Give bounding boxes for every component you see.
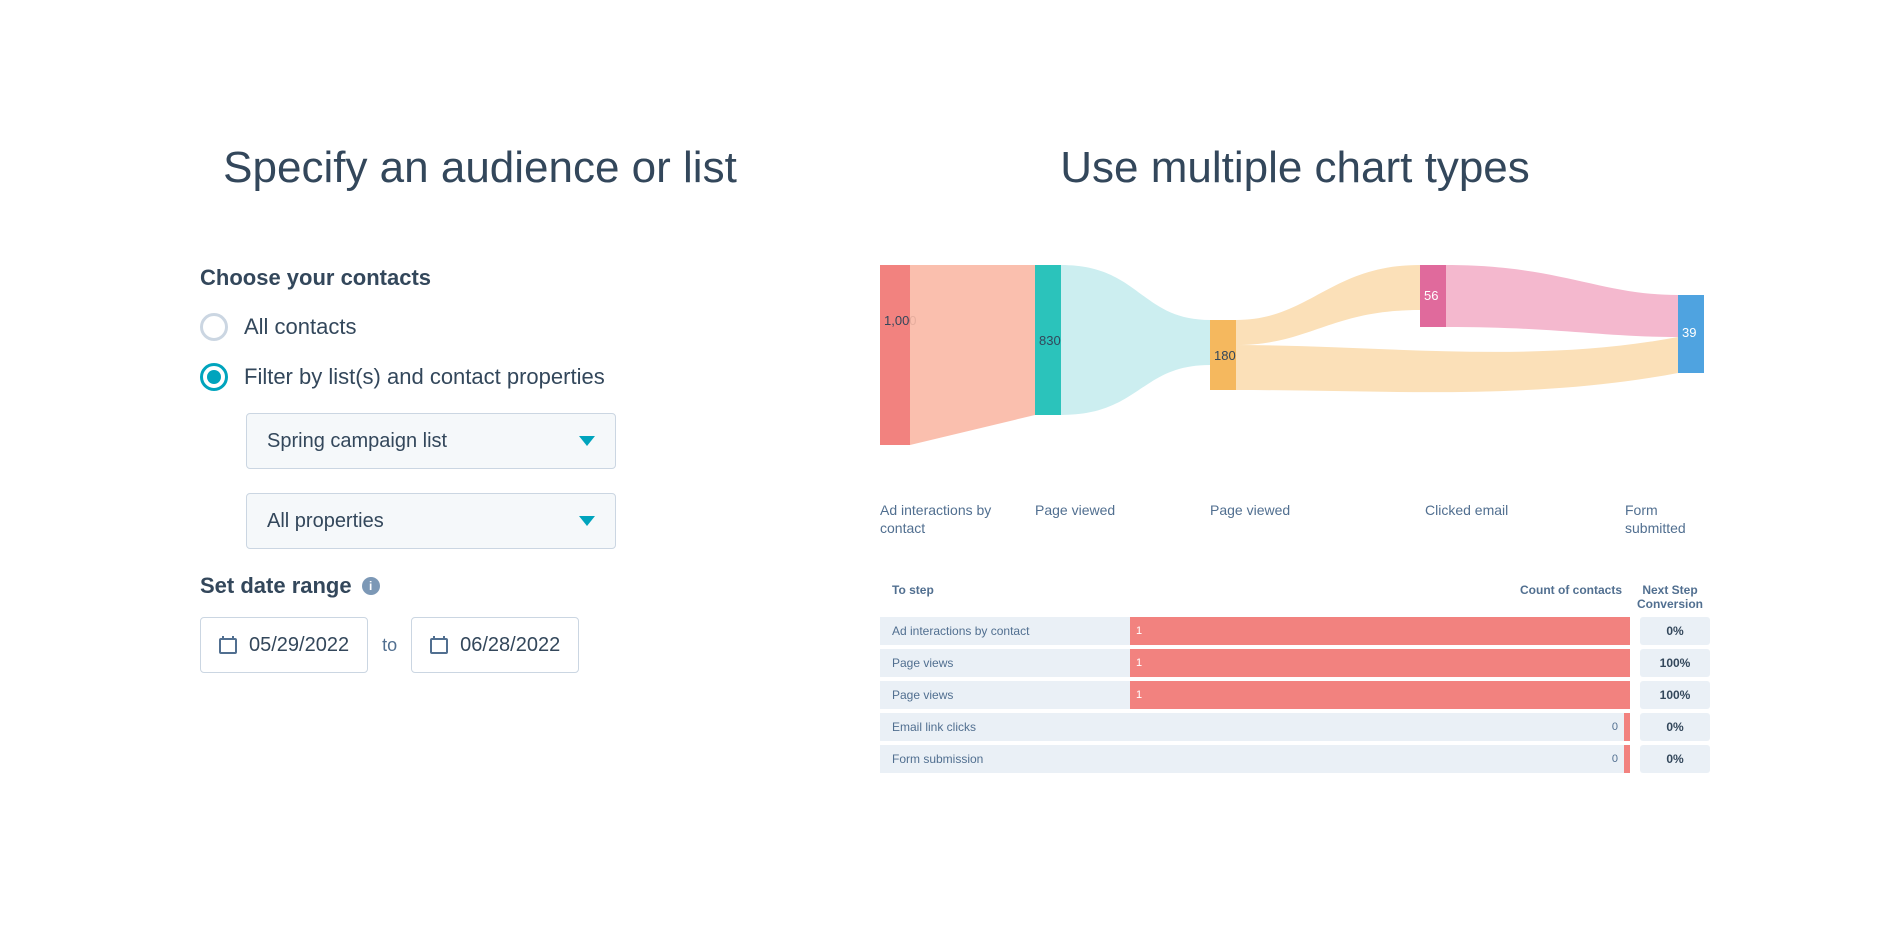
sankey-value-3: 56 — [1424, 288, 1438, 303]
table-row: Ad interactions by contact1 0% — [880, 617, 1710, 645]
radio-all-contacts[interactable]: All contacts — [200, 313, 760, 341]
date-to-separator: to — [382, 635, 397, 656]
radio-filter-contacts[interactable]: Filter by list(s) and contact properties — [200, 363, 760, 391]
sankey-axis-labels: Ad interactions by contact Page viewed P… — [880, 495, 1710, 537]
sankey-label-0: Ad interactions by contact — [880, 501, 1035, 537]
td-conversion: 100% — [1640, 649, 1710, 677]
sankey-value-1: 830 — [1039, 333, 1061, 348]
sankey-label-1: Page viewed — [1035, 501, 1210, 537]
date-from-input[interactable]: 05/29/2022 — [200, 617, 368, 673]
td-conversion: 0% — [1640, 745, 1710, 773]
sankey-label-2: Page viewed — [1210, 501, 1425, 537]
td-step: Form submission — [880, 745, 1130, 773]
th-step: To step — [880, 583, 1130, 611]
td-conversion: 0% — [1640, 617, 1710, 645]
chart-title: Use multiple chart types — [880, 140, 1710, 195]
td-step: Page views — [880, 649, 1130, 677]
td-count-bar: 0 — [1130, 713, 1630, 741]
sankey-label-4: Form submitted — [1625, 501, 1705, 537]
info-icon[interactable]: i — [362, 577, 380, 595]
date-to-input[interactable]: 06/28/2022 — [411, 617, 579, 673]
audience-panel: Specify an audience or list Choose your … — [200, 140, 760, 777]
calendar-icon — [219, 636, 237, 654]
td-count-bar: 1 — [1130, 649, 1630, 677]
radio-icon — [200, 313, 228, 341]
th-count: Count of contacts — [1130, 583, 1630, 611]
table-row: Form submission0 0% — [880, 745, 1710, 773]
td-count-bar: 0 — [1130, 745, 1630, 773]
radio-all-label: All contacts — [244, 314, 357, 340]
sankey-label-3: Clicked email — [1425, 501, 1625, 537]
conversion-table: To step Count of contacts Next Step Conv… — [880, 577, 1710, 773]
td-conversion: 100% — [1640, 681, 1710, 709]
td-step: Email link clicks — [880, 713, 1130, 741]
td-conversion: 0% — [1640, 713, 1710, 741]
calendar-icon — [430, 636, 448, 654]
audience-title: Specify an audience or list — [200, 140, 760, 195]
table-row: Email link clicks0 0% — [880, 713, 1710, 741]
sankey-value-2: 180 — [1214, 348, 1236, 363]
radio-filter-label: Filter by list(s) and contact properties — [244, 364, 605, 390]
th-conv: Next Step Conversion — [1630, 583, 1710, 611]
td-count-bar: 1 — [1130, 617, 1630, 645]
date-from-value: 05/29/2022 — [249, 634, 349, 657]
chart-panel: Use multiple chart types 1,000 830 180 — [880, 140, 1710, 777]
td-step: Page views — [880, 681, 1130, 709]
caret-down-icon — [579, 436, 595, 446]
date-to-value: 06/28/2022 — [460, 634, 560, 657]
table-row: Page views1 100% — [880, 681, 1710, 709]
date-range-label: Set date range — [200, 573, 352, 599]
table-row: Page views1 100% — [880, 649, 1710, 677]
radio-icon-selected — [200, 363, 228, 391]
contacts-section-label: Choose your contacts — [200, 265, 760, 291]
caret-down-icon — [579, 516, 595, 526]
td-step: Ad interactions by contact — [880, 617, 1130, 645]
list-select-value: Spring campaign list — [267, 430, 447, 453]
sankey-chart: 1,000 830 180 56 — [880, 265, 1710, 485]
list-select[interactable]: Spring campaign list — [246, 413, 616, 469]
properties-select-value: All properties — [267, 510, 384, 533]
td-count-bar: 1 — [1130, 681, 1630, 709]
sankey-value-4: 39 — [1682, 325, 1696, 340]
properties-select[interactable]: All properties — [246, 493, 616, 549]
